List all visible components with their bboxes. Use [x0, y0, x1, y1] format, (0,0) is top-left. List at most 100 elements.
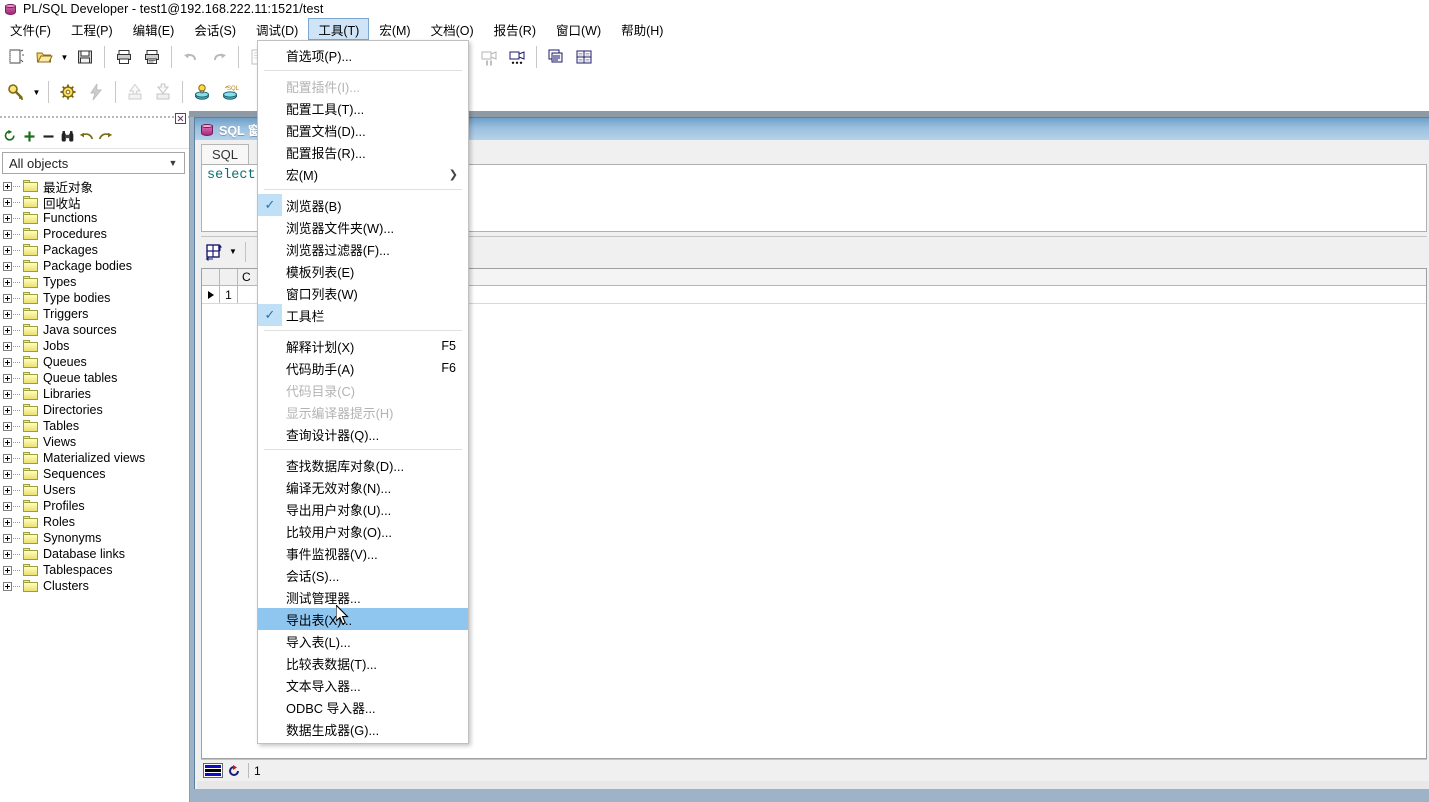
expand-plus-icon[interactable]	[3, 197, 12, 207]
tools-menu-item[interactable]: ✓ 浏览器(B)	[258, 194, 468, 216]
expand-plus-icon[interactable]	[3, 453, 12, 463]
menu-9[interactable]: 窗口(W)	[546, 18, 611, 40]
grid-layout-button[interactable]	[201, 240, 227, 264]
record-color-bars-icon[interactable]	[203, 763, 223, 778]
browser-panel-grip[interactable]	[0, 111, 189, 125]
menu-8[interactable]: 报告(R)	[484, 18, 546, 40]
tree-item[interactable]: Java sources	[0, 322, 189, 338]
tree-item[interactable]: 回收站	[0, 194, 189, 211]
tree-item[interactable]: Type bodies	[0, 290, 189, 306]
find-object-button[interactable]	[2, 78, 30, 106]
new-document-button[interactable]	[2, 43, 30, 71]
chevron-down-icon[interactable]: ▼	[166, 158, 180, 168]
expand-plus-icon[interactable]	[3, 517, 12, 527]
expand-plus-icon[interactable]	[3, 485, 12, 495]
tools-menu-item[interactable]: 测试管理器...	[258, 586, 468, 608]
tree-item[interactable]: Views	[0, 434, 189, 450]
expand-plus-icon[interactable]	[3, 533, 12, 543]
tree-item[interactable]: Packages	[0, 242, 189, 258]
tools-menu-item[interactable]: 事件监视器(V)...	[258, 542, 468, 564]
refresh-red-icon[interactable]	[225, 763, 243, 779]
menu-2[interactable]: 编辑(E)	[123, 18, 185, 40]
tools-menu-item[interactable]: 窗口列表(W)	[258, 282, 468, 304]
tools-menu-item[interactable]: 浏览器过滤器(F)...	[258, 238, 468, 260]
tools-menu-item[interactable]: 文本导入器...	[258, 674, 468, 696]
tree-item[interactable]: Procedures	[0, 226, 189, 242]
tree-item[interactable]: Libraries	[0, 386, 189, 402]
menu-0[interactable]: 文件(F)	[0, 18, 61, 40]
tree-item[interactable]: Directories	[0, 402, 189, 418]
new-session-button[interactable]	[188, 78, 216, 106]
tools-menu-item[interactable]: 代码助手(A) F6	[258, 357, 468, 379]
compile-button[interactable]	[54, 78, 82, 106]
forward-button[interactable]	[97, 127, 114, 146]
tree-item[interactable]: Profiles	[0, 498, 189, 514]
expand-plus-icon[interactable]	[3, 229, 12, 239]
tree-item[interactable]: Tablespaces	[0, 562, 189, 578]
tree-item[interactable]: Package bodies	[0, 258, 189, 274]
tree-item[interactable]: Queue tables	[0, 370, 189, 386]
tree-item[interactable]: Clusters	[0, 578, 189, 594]
tree-item[interactable]: Queues	[0, 354, 189, 370]
expand-plus-icon[interactable]	[3, 341, 12, 351]
expand-plus-icon[interactable]	[3, 549, 12, 559]
tree-item[interactable]: Functions	[0, 210, 189, 226]
tree-item[interactable]: Types	[0, 274, 189, 290]
window-list-button[interactable]	[542, 43, 570, 71]
tools-menu-item[interactable]: 比较用户对象(O)...	[258, 520, 468, 542]
expand-plus-icon[interactable]	[3, 469, 12, 479]
tools-menu-item[interactable]: 解释计划(X) F5	[258, 335, 468, 357]
tree-item[interactable]: 最近对象	[0, 178, 189, 195]
expand-plus-icon[interactable]	[3, 501, 12, 511]
tools-menu-item[interactable]: 查询设计器(Q)...	[258, 423, 468, 445]
tree-item[interactable]: Database links	[0, 546, 189, 562]
tools-menu-item[interactable]: 比较表数据(T)...	[258, 652, 468, 674]
expand-plus-icon[interactable]	[3, 389, 12, 399]
menu-5[interactable]: 工具(T)	[308, 18, 370, 40]
menu-6[interactable]: 宏(M)	[369, 18, 420, 40]
tools-menu-item[interactable]: 数据生成器(G)...	[258, 718, 468, 740]
expand-plus-icon[interactable]	[3, 261, 12, 271]
expand-plus-icon[interactable]	[3, 421, 12, 431]
tools-menu-item[interactable]: 会话(S)...	[258, 564, 468, 586]
tools-menu-item[interactable]: 编译无效对象(N)...	[258, 476, 468, 498]
menu-1[interactable]: 工程(P)	[61, 18, 123, 40]
tools-menu-item[interactable]: ODBC 导入器...	[258, 696, 468, 718]
open-file-dropdown[interactable]: ▼	[58, 43, 71, 71]
expand-plus-icon[interactable]	[3, 405, 12, 415]
expand-plus-icon[interactable]	[3, 277, 12, 287]
menu-4[interactable]: 调试(D)	[246, 18, 308, 40]
tools-menu-item[interactable]: 配置报告(R)...	[258, 141, 468, 163]
expand-plus-icon[interactable]	[3, 181, 12, 191]
tools-menu-item[interactable]: 导入表(L)...	[258, 630, 468, 652]
tools-menu-item[interactable]: 浏览器文件夹(W)...	[258, 216, 468, 238]
expand-plus-icon[interactable]	[3, 373, 12, 383]
new-sql-window-button[interactable]: SQL	[216, 78, 244, 106]
close-panel-icon[interactable]	[175, 112, 186, 124]
tools-dropdown-menu[interactable]: 首选项(P)... 配置插件(I)... 配置工具(T)... 配置文档(D)... 配…	[257, 40, 469, 744]
tree-item[interactable]: Tables	[0, 418, 189, 434]
expand-button[interactable]	[21, 127, 38, 146]
tools-menu-item[interactable]: 导出用户对象(U)...	[258, 498, 468, 520]
expand-plus-icon[interactable]	[3, 213, 12, 223]
find-button[interactable]	[59, 127, 76, 146]
collapse-button[interactable]	[40, 127, 57, 146]
tools-menu-item[interactable]: ✓ 工具栏	[258, 304, 468, 326]
tree-item[interactable]: Synonyms	[0, 530, 189, 546]
find-object-dropdown[interactable]: ▼	[30, 78, 43, 106]
print-preview-button[interactable]	[138, 43, 166, 71]
expand-plus-icon[interactable]	[3, 293, 12, 303]
save-button[interactable]	[71, 43, 99, 71]
tile-windows-button[interactable]	[570, 43, 598, 71]
expand-plus-icon[interactable]	[3, 357, 12, 367]
tree-item[interactable]: Triggers	[0, 306, 189, 322]
tools-menu-item[interactable]: 导出表(X)...	[258, 608, 468, 630]
tree-item[interactable]: Users	[0, 482, 189, 498]
object-filter-select[interactable]: All objects ▼	[2, 152, 185, 174]
expand-plus-icon[interactable]	[3, 581, 12, 591]
menu-7[interactable]: 文档(O)	[421, 18, 484, 40]
tools-menu-item[interactable]: 配置文档(D)...	[258, 119, 468, 141]
print-button[interactable]	[110, 43, 138, 71]
play-macro-button[interactable]	[503, 43, 531, 71]
tree-item[interactable]: Roles	[0, 514, 189, 530]
